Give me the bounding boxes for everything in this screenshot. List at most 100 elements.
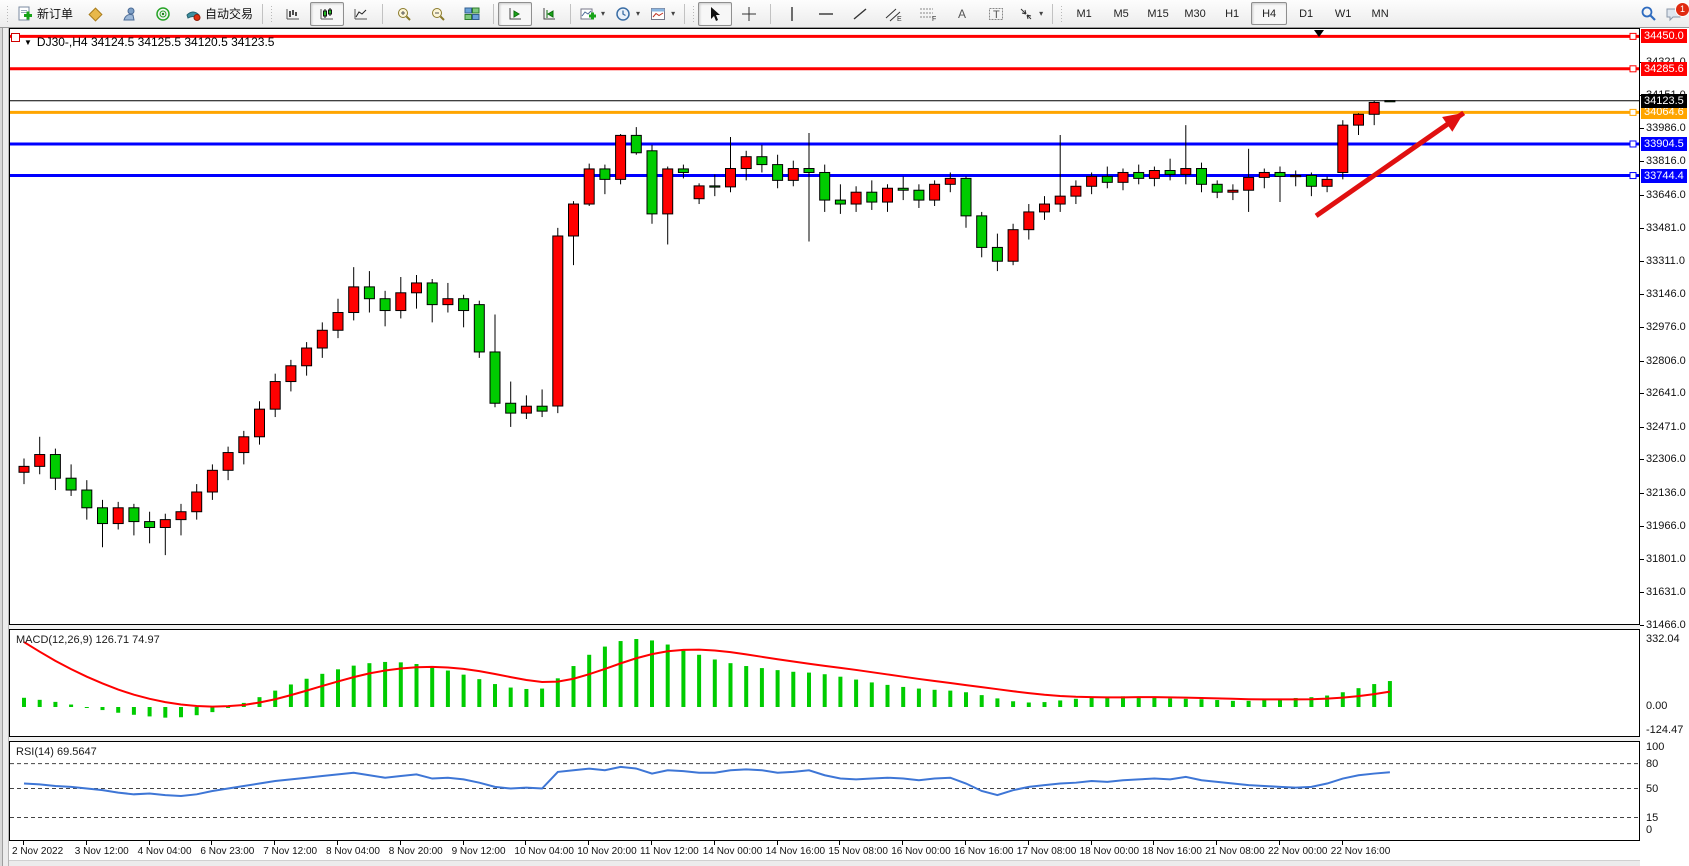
price-tick-label: 32976.0 xyxy=(1646,321,1686,333)
time-tick-mark xyxy=(23,841,24,845)
trendline-icon xyxy=(852,6,868,22)
timeframe-h1-button[interactable]: H1 xyxy=(1214,2,1250,25)
arrows-shapes-icon xyxy=(1018,6,1034,22)
workspace: ▼ DJ30-,H4 34124.5 34125.5 34120.5 34123… xyxy=(0,28,1689,866)
blue-figure-icon xyxy=(121,6,137,22)
svg-text:E: E xyxy=(897,16,902,22)
crosshair-tool-button[interactable] xyxy=(732,2,766,26)
horizontal-line-tool-button[interactable] xyxy=(809,2,843,26)
autotrading-button[interactable]: 自动交易 xyxy=(180,2,258,26)
clock-icon xyxy=(615,6,631,22)
mt4-window: 新订单 自动交易 xyxy=(0,0,1689,863)
time-tick-label: 3 Nov 12:00 xyxy=(75,846,129,857)
macd-axis-label: 332.04 xyxy=(1646,633,1680,645)
macd-signal-line xyxy=(24,642,1390,707)
price-tick-label: 33146.0 xyxy=(1646,288,1686,300)
zoom-out-button[interactable] xyxy=(421,2,455,26)
channel-tool-button[interactable]: E xyxy=(877,2,911,26)
cursor-tool-button[interactable] xyxy=(698,2,732,26)
trendline-tool-button[interactable] xyxy=(843,2,877,26)
price-tick-label: 31466.0 xyxy=(1646,619,1686,631)
timeframe-h4-button[interactable]: H4 xyxy=(1251,2,1287,25)
toolbar-separator xyxy=(1052,4,1053,24)
window-splitter[interactable] xyxy=(0,28,9,866)
timeframe-m30-button[interactable]: M30 xyxy=(1177,2,1213,25)
rsi-axis-label: 50 xyxy=(1646,783,1658,795)
time-tick-label: 8 Nov 20:00 xyxy=(389,846,443,857)
time-tick-mark xyxy=(525,841,526,845)
fibonacci-tool-button[interactable]: F xyxy=(911,2,945,26)
axis-tick-mark xyxy=(1640,559,1644,560)
axis-tick-mark xyxy=(1640,625,1644,626)
time-axis[interactable]: 2 Nov 20223 Nov 12:004 Nov 04:006 Nov 23… xyxy=(9,841,1640,860)
text-tool-button[interactable]: A xyxy=(945,2,979,26)
timeframe-m1-button[interactable]: M1 xyxy=(1066,2,1102,25)
timeframe-w1-button[interactable]: W1 xyxy=(1325,2,1361,25)
rsi-axis-label: 0 xyxy=(1646,824,1652,836)
price-chart-panel[interactable]: ▼ DJ30-,H4 34124.5 34125.5 34120.5 34123… xyxy=(9,28,1640,625)
signals-button[interactable] xyxy=(146,2,180,26)
toolbar-grip[interactable] xyxy=(269,4,274,24)
bar-chart-type-button[interactable] xyxy=(276,2,310,26)
zoom-out-icon xyxy=(430,6,446,22)
templates-icon xyxy=(650,6,666,22)
macd-axis-label: 0.00 xyxy=(1646,700,1667,712)
time-tick-mark xyxy=(463,841,464,845)
periods-button[interactable]: ▾ xyxy=(610,2,645,26)
symbol-collapse-icon[interactable]: ▼ xyxy=(24,38,32,47)
price-axis[interactable]: 34321.034151.033986.033816.033646.033481… xyxy=(1640,28,1689,860)
time-tick-mark xyxy=(965,841,966,845)
metaeditor-button[interactable] xyxy=(78,2,112,26)
candlestick-chart-type-button[interactable] xyxy=(310,2,344,26)
time-tick-label: 14 Nov 16:00 xyxy=(766,846,826,857)
timeframe-m15-button[interactable]: M15 xyxy=(1140,2,1176,25)
timeframe-d1-button[interactable]: D1 xyxy=(1288,2,1324,25)
price-tick-label: 33816.0 xyxy=(1646,155,1686,167)
time-tick-mark xyxy=(839,841,840,845)
new-order-button[interactable]: 新订单 xyxy=(12,2,78,26)
axis-tick-mark xyxy=(1640,261,1644,262)
timeframe-m5-button[interactable]: M5 xyxy=(1103,2,1139,25)
toolbar-grip[interactable] xyxy=(1059,4,1064,24)
time-tick-mark xyxy=(1216,841,1217,845)
time-tick-mark xyxy=(1279,841,1280,845)
text-icon: A xyxy=(955,6,969,22)
templates-button[interactable]: ▾ xyxy=(645,2,680,26)
toolbar-separator xyxy=(382,4,383,24)
tile-windows-button[interactable] xyxy=(455,2,489,26)
time-tick-label: 18 Nov 00:00 xyxy=(1080,846,1140,857)
time-tick-label: 22 Nov 00:00 xyxy=(1268,846,1328,857)
chart-shift-marker[interactable] xyxy=(1314,30,1324,37)
time-tick-label: 6 Nov 23:00 xyxy=(200,846,254,857)
toolbar-grip[interactable] xyxy=(5,4,10,24)
market-watch-button[interactable] xyxy=(112,2,146,26)
vertical-line-tool-button[interactable] xyxy=(775,2,809,26)
label-tool-button[interactable]: T xyxy=(979,2,1013,26)
axis-tick-mark xyxy=(1640,459,1644,460)
timeframe-mn-button[interactable]: MN xyxy=(1362,2,1398,25)
time-tick-label: 22 Nov 16:00 xyxy=(1331,846,1391,857)
macd-axis-label: -124.47 xyxy=(1646,724,1683,736)
price-line-badge: 34450.0 xyxy=(1641,29,1687,43)
shapes-tool-button[interactable]: ▾ xyxy=(1013,2,1048,26)
zoom-in-icon xyxy=(396,6,412,22)
chart-shift-button[interactable] xyxy=(532,2,566,26)
autotrading-icon xyxy=(185,6,201,22)
search-icon[interactable] xyxy=(1640,5,1657,22)
hline-handle xyxy=(1630,66,1636,72)
line-chart-type-button[interactable] xyxy=(344,2,378,26)
zoom-in-button[interactable] xyxy=(387,2,421,26)
time-tick-mark xyxy=(400,841,401,845)
macd-panel[interactable]: MACD(12,26,9) 126.71 74.97 xyxy=(9,629,1640,737)
time-tick-label: 2 Nov 2022 xyxy=(12,846,63,857)
axis-tick-mark xyxy=(1640,592,1644,593)
indicators-button[interactable]: ▾ xyxy=(575,2,610,26)
rsi-panel[interactable]: RSI(14) 69.5647 xyxy=(9,741,1640,841)
notifications-icon[interactable]: 1 xyxy=(1665,6,1683,22)
candlestick-icon xyxy=(319,6,335,22)
toolbar-grip[interactable] xyxy=(691,4,696,24)
hline-anchor-handle[interactable] xyxy=(11,33,20,42)
time-tick-label: 10 Nov 04:00 xyxy=(514,846,574,857)
axis-tick-mark xyxy=(1640,427,1644,428)
auto-scroll-button[interactable] xyxy=(498,2,532,26)
